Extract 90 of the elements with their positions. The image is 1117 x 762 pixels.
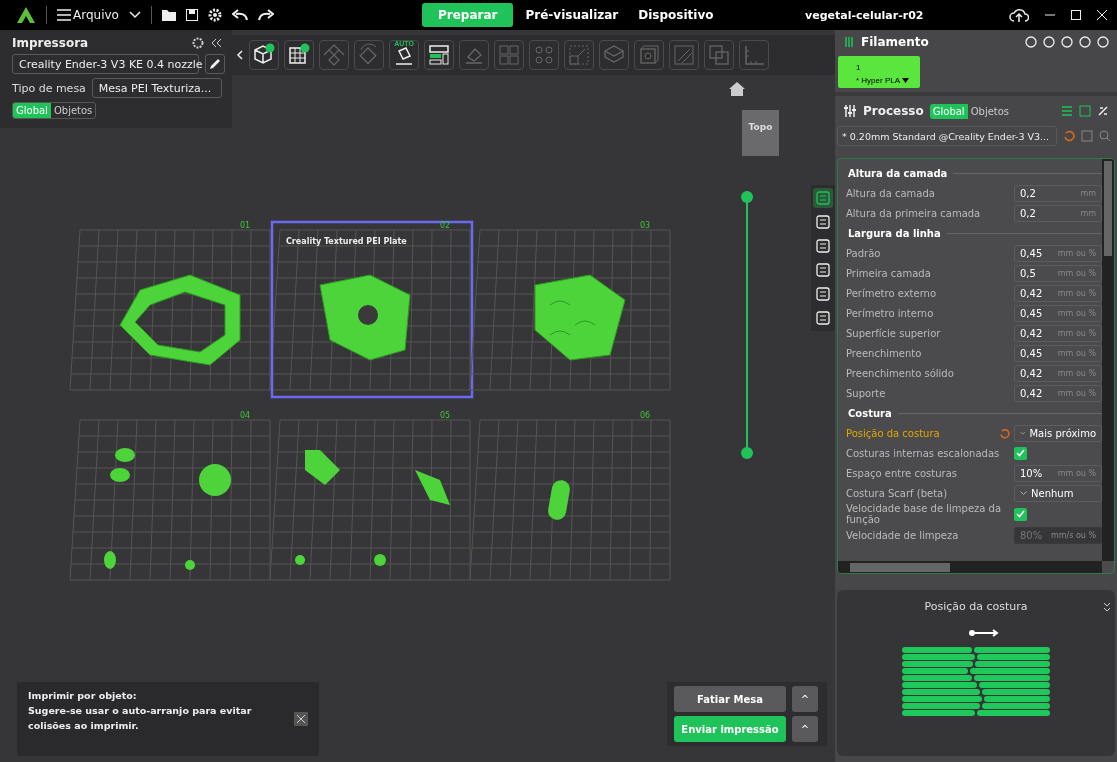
chevron-icon bbox=[1020, 491, 1027, 495]
side-tool-button[interactable] bbox=[813, 236, 833, 256]
side-tool-button[interactable] bbox=[813, 308, 833, 328]
setting-label: Costuras internas escalonadas bbox=[846, 447, 1001, 459]
side-tool-button[interactable] bbox=[813, 212, 833, 232]
edit-button[interactable] bbox=[205, 54, 225, 74]
maximize-icon[interactable] bbox=[1071, 10, 1081, 20]
toolbar-button[interactable] bbox=[424, 40, 454, 70]
expand-icon[interactable] bbox=[1103, 602, 1111, 612]
folder-icon[interactable] bbox=[161, 9, 176, 21]
search-icon[interactable] bbox=[1099, 130, 1111, 142]
checkbox[interactable] bbox=[1014, 507, 1027, 521]
caret-icon bbox=[901, 77, 909, 83]
setting-label: Superfície superior bbox=[846, 327, 942, 339]
close-icon bbox=[297, 715, 305, 723]
plate-number: 01 bbox=[240, 221, 251, 230]
setting-label: Perímetro externo bbox=[846, 287, 938, 299]
scrollbar[interactable] bbox=[838, 561, 1102, 573]
setting-label: Preenchimento sólido bbox=[846, 367, 955, 379]
setting-label: Espaço entre costuras bbox=[846, 467, 958, 479]
cloud-upload-icon[interactable] bbox=[1009, 7, 1029, 23]
more-button[interactable]: ^ bbox=[792, 716, 818, 742]
action-button[interactable]: Fatiar Mesa bbox=[674, 686, 786, 712]
scope-toggle[interactable]: Objetos bbox=[967, 103, 1013, 119]
preset-dropdown[interactable]: * 0.20mm Standard @Creality Ender-3 V3... bbox=[837, 126, 1057, 146]
setting-label: Perímetro interno bbox=[846, 307, 935, 319]
preview-title: Posição da costura bbox=[924, 600, 1028, 613]
layer-slider-handle[interactable] bbox=[741, 191, 753, 203]
project-title: vegetal-celular-r02 bbox=[805, 8, 924, 22]
scope-toggle[interactable]: Objetos bbox=[50, 103, 96, 118]
setting-label: Primeira camada bbox=[846, 267, 932, 279]
section-heading: Altura da camada bbox=[848, 167, 948, 179]
logo-icon bbox=[16, 6, 36, 24]
scrollbar[interactable] bbox=[1102, 159, 1114, 561]
setting-label: Preenchimento bbox=[846, 347, 923, 359]
layer-slider-handle[interactable] bbox=[741, 447, 753, 459]
setting-label: Suporte bbox=[846, 387, 887, 399]
option-dropdown[interactable]: Mais próximo bbox=[1014, 424, 1102, 442]
redo-icon[interactable] bbox=[257, 9, 274, 21]
notification-text: Imprimir por objeto: Sugere-se usar o auto-arranjo para evitar colisões ao imprimir. bbox=[28, 689, 253, 733]
more-button[interactable]: ^ bbox=[792, 686, 818, 712]
mode-tab[interactable]: Pré-visualizar bbox=[517, 3, 627, 27]
undo-icon[interactable] bbox=[231, 9, 248, 21]
plate-number: 04 bbox=[240, 411, 251, 420]
file-menu[interactable]: Arquivo bbox=[57, 8, 119, 22]
plate-number: 03 bbox=[640, 221, 651, 230]
number-field[interactable]: 0,2 mm bbox=[1014, 204, 1102, 222]
setting-label: Velocidade de limpeza bbox=[846, 529, 960, 541]
section-heading: Largura da linha bbox=[848, 227, 941, 239]
option-dropdown[interactable]: Nenhum bbox=[1014, 484, 1102, 502]
home-icon[interactable] bbox=[729, 82, 745, 96]
plate-caption: Creality Textured PEI Plate bbox=[286, 237, 407, 246]
mode-tab[interactable]: Dispositivo bbox=[630, 3, 722, 27]
side-tool-button[interactable] bbox=[813, 260, 833, 280]
chevron-icon bbox=[1020, 431, 1026, 435]
checkbox[interactable] bbox=[1014, 446, 1027, 460]
reset-icon[interactable] bbox=[999, 427, 1010, 439]
pencil-icon bbox=[209, 58, 221, 70]
setting-label: Posição da costura bbox=[846, 427, 941, 439]
toolbar-button[interactable] bbox=[284, 40, 314, 70]
reset-icon[interactable] bbox=[1063, 130, 1075, 142]
table-icon[interactable] bbox=[1079, 105, 1091, 117]
filament-icon bbox=[843, 36, 855, 48]
chevron-down-icon[interactable] bbox=[128, 11, 141, 19]
menu-icon bbox=[57, 9, 71, 21]
close-button[interactable] bbox=[294, 712, 308, 726]
panel-title: Filamento bbox=[861, 35, 930, 49]
section-heading: Costura bbox=[848, 407, 892, 419]
sliders-icon bbox=[843, 104, 857, 118]
field-label: Tipo de mesa bbox=[12, 81, 86, 95]
filament-slot[interactable]: 1 * Hyper PLA bbox=[838, 56, 920, 88]
collapse-left-icon[interactable] bbox=[236, 50, 244, 60]
number-field[interactable]: 0,2 mm bbox=[1014, 184, 1102, 202]
collapse-icon[interactable] bbox=[210, 38, 222, 48]
setting-label: Padrão bbox=[846, 247, 882, 259]
view-cube[interactable]: Topo bbox=[742, 110, 779, 156]
bed-type-dropdown[interactable]: Mesa PEI Texturiza... bbox=[91, 78, 222, 98]
plate-number: 02 bbox=[440, 221, 451, 230]
setting-label: Altura da primeira camada bbox=[846, 207, 982, 219]
setting-label: Velocidade base de limpeza da função bbox=[846, 503, 1003, 525]
close-icon[interactable] bbox=[1097, 10, 1107, 20]
panel-title: Impressora bbox=[12, 36, 90, 50]
toolbar-button[interactable] bbox=[249, 40, 279, 70]
side-tool-button[interactable] bbox=[813, 284, 833, 304]
plate-number: 06 bbox=[640, 411, 651, 420]
plate-number: 05 bbox=[440, 411, 451, 420]
setting-label: Costura Scarf (beta) bbox=[846, 487, 949, 499]
setting-label: Altura da camada bbox=[846, 187, 936, 199]
panel-title: Processo bbox=[863, 104, 924, 118]
list-icon[interactable] bbox=[1061, 105, 1073, 117]
